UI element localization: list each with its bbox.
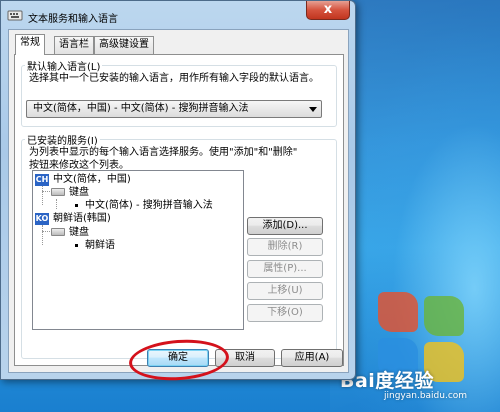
keyboard-icon	[51, 188, 65, 196]
tree-item-korean-ime[interactable]: 朝鲜语	[85, 240, 115, 252]
language-badge-ch: CH	[35, 174, 49, 186]
default-language-description: 选择其中一个已安装的输入语言，用作所有输入字段的默认语言。	[29, 73, 319, 84]
add-button[interactable]: 添加(D)...	[247, 217, 323, 235]
apply-button[interactable]: 应用(A)	[281, 349, 343, 367]
cancel-button[interactable]: 取消	[215, 349, 275, 367]
properties-button[interactable]: 属性(P)...	[247, 260, 323, 278]
default-language-selected: 中文(简体，中国) - 中文(简体) - 搜狗拼音输入法	[33, 103, 249, 114]
tab-language-bar[interactable]: 语言栏	[54, 36, 94, 54]
tree-item-korean[interactable]: 朝鲜语(韩国)	[53, 213, 111, 225]
move-down-button[interactable]: 下移(O)	[247, 304, 323, 322]
tree-item-keyboard-korean[interactable]: 键盘	[69, 227, 89, 239]
window-title: 文本服务和输入语言	[28, 14, 118, 25]
keyboard-icon	[7, 10, 23, 21]
tree-item-sogou-pinyin[interactable]: 中文(简体) - 搜狗拼音输入法	[85, 200, 213, 212]
move-up-button[interactable]: 上移(U)	[247, 282, 323, 300]
installed-services-tree[interactable]: CH 中文(简体，中国) 键盘 中文(简体) - 搜狗拼音输入法 KO 朝鲜语(…	[32, 170, 244, 330]
ok-button[interactable]: 确定	[147, 349, 209, 367]
close-button[interactable]: x	[306, 1, 350, 20]
language-badge-ko: KO	[35, 213, 49, 225]
watermark: Bai度经验 jingyan.baidu.com	[340, 366, 500, 412]
default-language-dropdown[interactable]: 中文(简体，中国) - 中文(简体) - 搜狗拼音输入法	[26, 100, 322, 118]
tree-item-chinese[interactable]: 中文(简体，中国)	[53, 174, 131, 186]
title-bar[interactable]: 文本服务和输入语言 x	[1, 1, 355, 29]
bullet-icon	[75, 244, 78, 247]
keyboard-icon	[51, 228, 65, 236]
installed-services-label: 已安装的服务(I)	[25, 132, 100, 147]
watermark-url: jingyan.baidu.com	[384, 391, 468, 401]
watermark-brand: Bai度经验	[340, 370, 434, 392]
installed-services-description-line1: 为列表中显示的每个输入语言选择服务。使用"添加"和"删除"	[29, 147, 298, 158]
tab-advanced-key-settings[interactable]: 高级键设置	[94, 36, 154, 54]
tab-general[interactable]: 常规	[15, 34, 45, 55]
chevron-down-icon[interactable]	[309, 107, 317, 112]
tree-item-keyboard-chinese[interactable]: 键盘	[69, 187, 89, 199]
bullet-icon	[75, 204, 78, 207]
default-language-label: 默认输入语言(L)	[25, 58, 103, 73]
remove-button[interactable]: 删除(R)	[247, 238, 323, 256]
